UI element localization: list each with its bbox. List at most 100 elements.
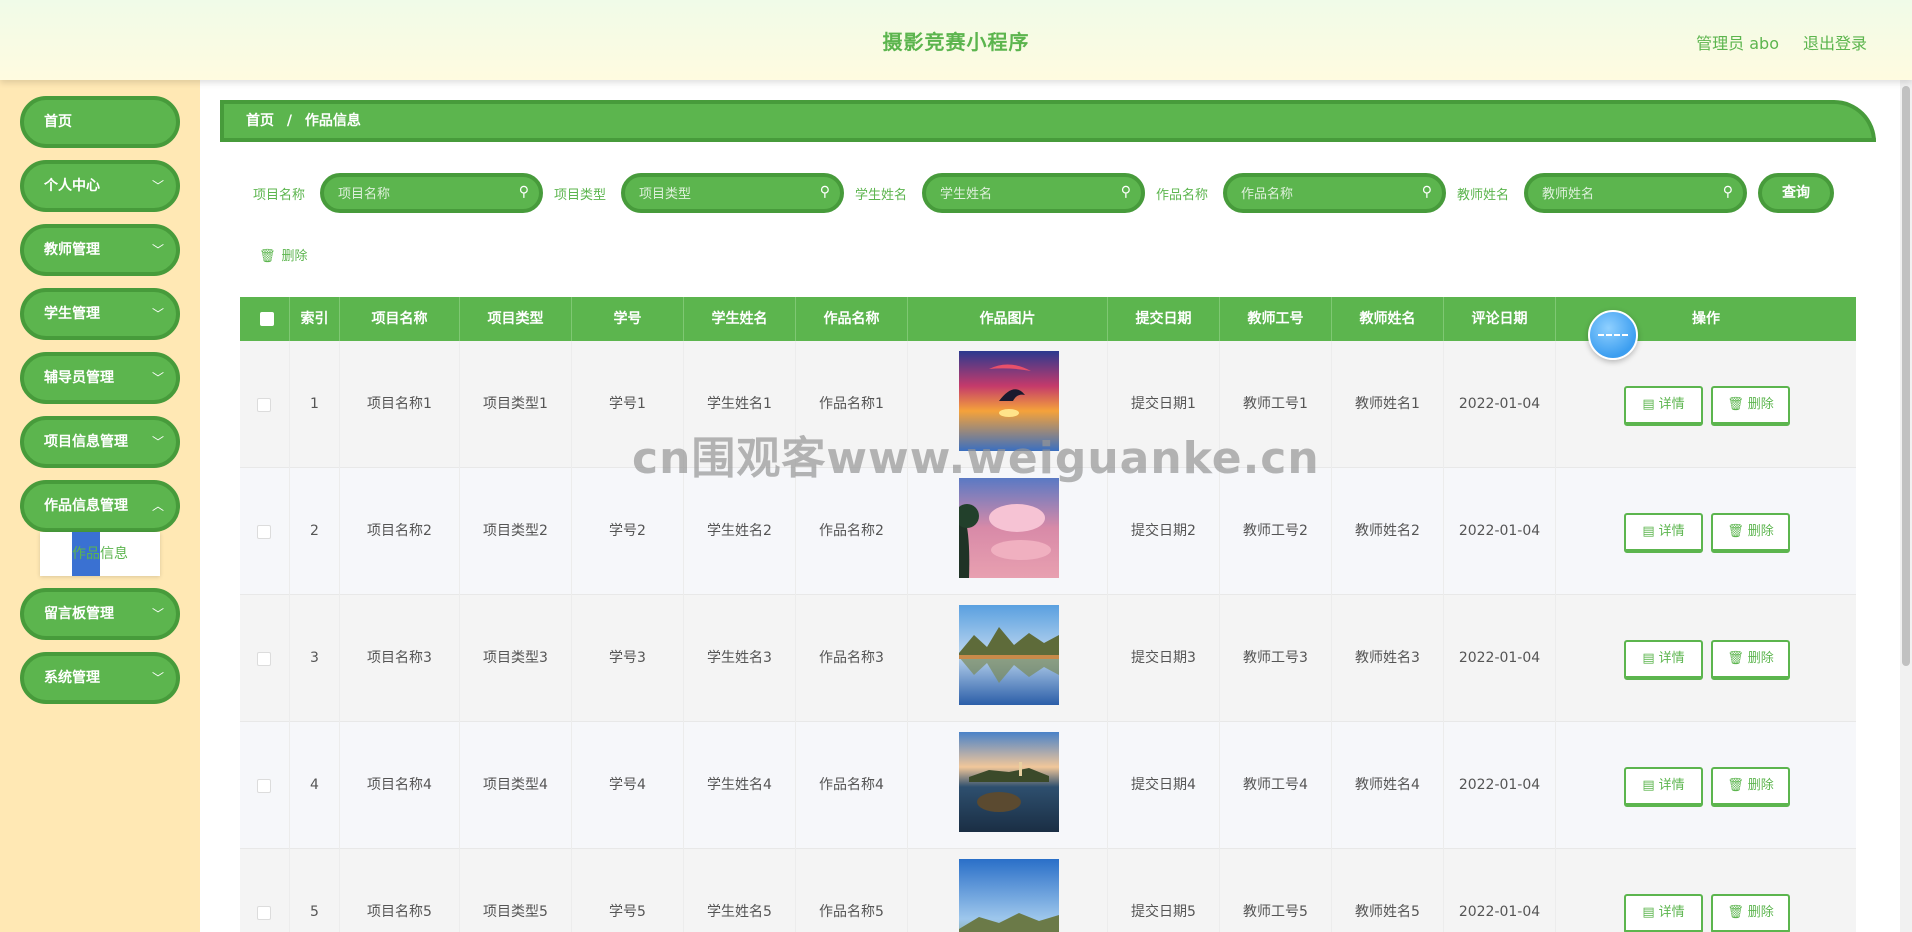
logout-link[interactable]: 退出登录 (1803, 30, 1867, 54)
delete-button[interactable]: 🗑 删除 (1711, 894, 1790, 932)
cell-submit-date: 提交日期5 (1108, 849, 1220, 932)
delete-button[interactable]: 🗑 删除 (1711, 386, 1790, 426)
detail-button[interactable]: ▤ 详情 (1624, 513, 1703, 553)
chevron-down-icon: ﹀ (151, 243, 164, 257)
column-header: 学生姓名 (684, 297, 796, 341)
trash-icon: 🗑 (1727, 778, 1744, 793)
cell-actions: ▤ 详情 🗑 删除 (1556, 595, 1856, 722)
cell-teacher-no: 教师工号5 (1220, 849, 1332, 932)
sidebar-item-project-management[interactable]: 项目信息管理 ﹀ (20, 416, 180, 468)
sidebar-item-student-management[interactable]: 学生管理 ﹀ (20, 288, 180, 340)
cell-index: 3 (290, 595, 340, 722)
search-icon: ⚲ (518, 184, 529, 200)
cell-comment-date: 2022-01-04 (1444, 849, 1556, 932)
search-icon: ⚲ (819, 184, 830, 200)
floating-assist-button[interactable] (1588, 310, 1638, 360)
select-cell (240, 849, 290, 932)
column-header: 学号 (572, 297, 684, 341)
detail-button[interactable]: ▤ 详情 (1624, 386, 1703, 426)
column-header: 教师工号 (1220, 297, 1332, 341)
sidebar-item-system-management[interactable]: 系统管理 ﹀ (20, 652, 180, 704)
delete-button[interactable]: 🗑 删除 (1711, 767, 1790, 807)
row-checkbox[interactable] (257, 652, 271, 666)
trash-icon: 🗑 (1727, 524, 1744, 539)
cell-work-name: 作品名称2 (796, 468, 908, 595)
select-all-checkbox[interactable] (260, 312, 274, 326)
table-row: 2 项目名称2 项目类型2 学号2 学生姓名2 作品名称2 提交日期2 教师工号… (240, 468, 1856, 595)
search-input-project-name[interactable] (338, 183, 508, 205)
cell-project-name: 项目名称1 (340, 341, 460, 468)
cell-project-name: 项目名称4 (340, 722, 460, 849)
dash-icon (1598, 334, 1628, 336)
sidebar-item-message-board[interactable]: 留言板管理 ﹀ (20, 588, 180, 640)
island-dusk-photo (959, 732, 1059, 832)
pink-cloud-tree-photo (959, 478, 1059, 578)
row-checkbox[interactable] (257, 779, 271, 793)
select-cell (240, 341, 290, 468)
cell-actions: ▤ 详情 🗑 删除 (1556, 341, 1856, 468)
cell-project-name: 项目名称2 (340, 468, 460, 595)
sidebar-subitem-label: 作品信息 (72, 546, 128, 562)
cell-student-name: 学生姓名5 (684, 849, 796, 932)
search-label-teacher-name: 教师姓名 (1457, 188, 1510, 203)
app-title: 摄影竞赛小程序 (882, 30, 1030, 54)
sidebar-item-label: 作品信息管理 (44, 498, 128, 514)
sidebar-item-label: 学生管理 (44, 306, 100, 322)
cell-student-no: 学号4 (572, 722, 684, 849)
detail-button[interactable]: ▤ 详情 (1624, 894, 1703, 932)
sidebar: 首页 个人中心 ﹀ 教师管理 ﹀ 学生管理 ﹀ 辅导员管理 ﹀ 项目信息管理 ﹀… (0, 80, 200, 932)
search-project-type: ⚲ (621, 173, 844, 213)
cell-teacher-name: 教师姓名5 (1332, 849, 1444, 932)
column-header: 作品名称 (796, 297, 908, 341)
cell-project-name: 项目名称3 (340, 595, 460, 722)
sidebar-item-counselor-management[interactable]: 辅导员管理 ﹀ (20, 352, 180, 404)
row-checkbox[interactable] (257, 398, 271, 412)
header-select-all-cell (240, 297, 290, 341)
detail-label: 详情 (1658, 397, 1685, 412)
search-input-work-name[interactable] (1241, 183, 1411, 205)
search-input-project-type[interactable] (639, 183, 809, 205)
cell-work-image (908, 595, 1108, 722)
cell-teacher-no: 教师工号4 (1220, 722, 1332, 849)
detail-button[interactable]: ▤ 详情 (1624, 640, 1703, 680)
scrollbar-thumb[interactable] (1902, 86, 1910, 666)
delete-button[interactable]: 🗑 删除 (1711, 513, 1790, 553)
search-work-name: ⚲ (1223, 173, 1446, 213)
vertical-scrollbar[interactable] (1900, 80, 1912, 932)
cell-student-no: 学号5 (572, 849, 684, 932)
cell-student-name: 学生姓名3 (684, 595, 796, 722)
cell-work-image (908, 849, 1108, 932)
detail-button[interactable]: ▤ 详情 (1624, 767, 1703, 807)
delete-button[interactable]: 🗑 删除 (1711, 640, 1790, 680)
sidebar-item-teacher-management[interactable]: 教师管理 ﹀ (20, 224, 180, 276)
cell-index: 4 (290, 722, 340, 849)
cell-teacher-no: 教师工号2 (1220, 468, 1332, 595)
search-input-teacher-name[interactable] (1542, 183, 1712, 205)
search-student-name: ⚲ (922, 173, 1145, 213)
delete-label: 删除 (1747, 905, 1774, 920)
sidebar-subitem-work-info[interactable]: 作品信息 (40, 532, 160, 576)
breadcrumb-separator: / (286, 113, 292, 129)
column-header: 作品图片 (908, 297, 1108, 341)
top-header: 摄影竞赛小程序 管理员 abo 退出登录 (0, 0, 1912, 80)
search-teacher-name: ⚲ (1524, 173, 1747, 213)
row-checkbox[interactable] (257, 906, 271, 920)
chevron-down-icon: ﹀ (151, 179, 164, 193)
sidebar-item-label: 辅导员管理 (44, 370, 114, 386)
trash-icon: 🗑 (1727, 651, 1744, 666)
table-row: 3 项目名称3 项目类型3 学号3 学生姓名3 作品名称3 提交日期3 教师工号… (240, 595, 1856, 722)
cell-student-name: 学生姓名4 (684, 722, 796, 849)
sidebar-item-label: 个人中心 (44, 178, 100, 194)
sidebar-item-home[interactable]: 首页 (20, 96, 180, 148)
cell-work-image (908, 468, 1108, 595)
query-button[interactable]: 查询 (1758, 173, 1834, 213)
cell-project-type: 项目类型4 (460, 722, 572, 849)
cell-teacher-name: 教师姓名1 (1332, 341, 1444, 468)
batch-delete-button[interactable]: 🗑 删除 (259, 245, 308, 264)
sidebar-item-work-management[interactable]: 作品信息管理 ︿ (20, 480, 180, 532)
sidebar-item-personal-center[interactable]: 个人中心 ﹀ (20, 160, 180, 212)
row-checkbox[interactable] (257, 525, 271, 539)
breadcrumb-home[interactable]: 首页 (246, 113, 274, 129)
chevron-down-icon: ﹀ (151, 307, 164, 321)
search-input-student-name[interactable] (940, 183, 1110, 205)
